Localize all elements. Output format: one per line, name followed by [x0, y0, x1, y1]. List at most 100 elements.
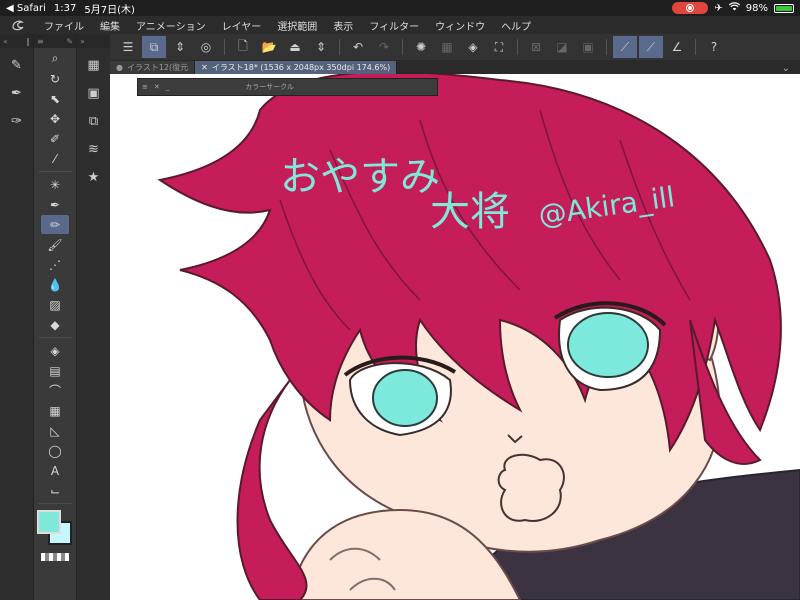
stroke-settings-icon[interactable]: ✑ [5, 110, 29, 132]
record-dot-icon [687, 5, 694, 11]
toolbar-divider [402, 39, 403, 55]
tabs-dropdown-chevron-icon[interactable]: ⌄ [782, 63, 800, 74]
rotate-tool-icon[interactable]: ↻ [41, 69, 69, 88]
blend-tool-icon[interactable]: 💧 [41, 275, 69, 294]
fill-tool-icon[interactable]: ◈ [41, 341, 69, 360]
panel-header: » [77, 34, 110, 48]
mouth-shape [497, 453, 565, 522]
menu-selection[interactable]: 選択範囲 [269, 18, 325, 33]
tool-palette: ≡ ✎ ⌕ ↻ ⬉ ✥ ✐ ⁄ ✳ ✒ ✏ 🖌 ⋰ 💧 ▨ ◆ ◈ ▤ ⌒ ▦ ◺… [34, 34, 76, 600]
panel-header: ≡ ✎ [34, 34, 76, 48]
chevron-updown-icon[interactable]: ⇕ [168, 36, 192, 58]
collapse-chevron-icon[interactable]: « [3, 37, 8, 46]
brush-tool-icon[interactable]: 🖌 [41, 235, 69, 254]
menu-window[interactable]: ウィンドウ [427, 18, 493, 33]
app-logo-icon[interactable] [0, 19, 36, 31]
ruler-snap-icon[interactable]: ⟋ [613, 36, 637, 58]
menu-view[interactable]: 表示 [325, 18, 361, 33]
status-time: 1:37 [53, 2, 77, 14]
main-color-swatch[interactable] [37, 510, 61, 534]
eraser-tool-icon[interactable]: ◆ [41, 315, 69, 334]
deselect-icon[interactable]: ⊠ [524, 36, 548, 58]
angle-snap-icon[interactable]: ∠ [665, 36, 689, 58]
subtool-palette: «‖ ✎ ✒ ✑ [0, 34, 34, 600]
tool-divider [38, 171, 72, 172]
clear-layer-icon[interactable]: ▦ [435, 36, 459, 58]
airbrush-tool-icon[interactable]: ⋰ [41, 255, 69, 274]
eyedropper-tool-icon[interactable]: ⁄ [41, 149, 69, 168]
new-canvas-icon[interactable]: 🗋 [231, 36, 255, 58]
battery-icon [774, 3, 794, 13]
object-tool-icon[interactable]: ⬉ [41, 89, 69, 108]
menu-edit[interactable]: 編集 [92, 18, 128, 33]
layers-stack-icon[interactable]: ≋ [82, 138, 106, 160]
help-icon[interactable]: ? [702, 36, 726, 58]
open-folder-icon[interactable]: 📂 [257, 36, 281, 58]
balloon-tool-icon[interactable]: ◯ [41, 441, 69, 460]
pencil-tool-icon[interactable]: ✏ [41, 215, 69, 234]
brush-snap-icon[interactable]: ⟋ [639, 36, 663, 58]
pen-settings-icon[interactable]: ✎ [5, 54, 29, 76]
battery-percent: 98% [745, 2, 768, 14]
pencil-icon: ✎ [66, 36, 73, 46]
palette-handle-icon[interactable]: ≡ [142, 83, 148, 91]
brush-settings-icon[interactable]: ✒ [5, 82, 29, 104]
artwork: おやすみ 大将 @Akira_ill [157, 74, 800, 600]
tab-illust18[interactable]: ✕ イラスト18* (1536 x 2048px 350dpi 174.6%) [195, 61, 398, 74]
menu-layer[interactable]: レイヤー [214, 18, 270, 33]
text-tool-icon[interactable]: A [41, 461, 69, 480]
move-tool-icon[interactable]: ✥ [41, 109, 69, 128]
crop-icon[interactable]: ▣ [576, 36, 600, 58]
frame-tool-icon[interactable]: ▦ [41, 401, 69, 420]
loading-spinner-icon[interactable]: ✺ [409, 36, 433, 58]
figure-tool-icon[interactable]: ⌒ [41, 381, 69, 400]
correct-line-tool-icon[interactable]: ⌙ [41, 481, 69, 500]
tab-close-icon[interactable]: ✕ [201, 63, 208, 72]
invert-selection-icon[interactable]: ◪ [550, 36, 574, 58]
ruler-tool-icon[interactable]: ◺ [41, 421, 69, 440]
menu-help[interactable]: ヘルプ [493, 18, 539, 33]
panel-header: «‖ [0, 34, 33, 48]
drawing-canvas[interactable]: おやすみ 大将 @Akira_ill [110, 74, 800, 600]
layer-properties-icon[interactable]: ▦ [82, 54, 106, 76]
gradient-tool-icon[interactable]: ▤ [41, 361, 69, 380]
toolbar-divider [339, 39, 340, 55]
handle-icon[interactable]: ≡ [37, 37, 44, 46]
expand-chevron-icon[interactable]: » [80, 37, 85, 46]
menu-filter[interactable]: フィルター [361, 18, 427, 33]
menu-file[interactable]: ファイル [36, 18, 92, 33]
decoration-tool-icon[interactable]: ▨ [41, 295, 69, 314]
transform-icon[interactable]: ⛶ [487, 36, 511, 58]
handwritten-line1: おやすみ [280, 154, 440, 200]
hair-shape [236, 379, 308, 600]
lasso-tool-icon[interactable]: ✐ [41, 129, 69, 148]
save-icon[interactable]: ⏏ [283, 36, 307, 58]
tool-divider [38, 337, 72, 338]
handle-icon[interactable]: ‖ [26, 37, 30, 46]
chevron-updown-icon[interactable]: ⇕ [309, 36, 333, 58]
quick-access-toggle-icon[interactable]: ⧉ [142, 36, 166, 58]
palette-close-icon[interactable]: ✕ [154, 83, 160, 91]
undo-icon[interactable]: ↶ [346, 36, 370, 58]
fill-icon[interactable]: ◈ [461, 36, 485, 58]
magic-wand-tool-icon[interactable]: ✳ [41, 175, 69, 194]
material-icon[interactable]: ★ [82, 166, 106, 188]
pen-tool-icon[interactable]: ✒ [41, 195, 69, 214]
app-home-icon[interactable]: ◎ [194, 36, 218, 58]
tab-illust12[interactable]: ● イラスト12(復元 [110, 61, 196, 74]
back-to-safari-link[interactable]: ◀ Safari [6, 3, 46, 14]
transparent-color-swatch[interactable] [41, 553, 69, 561]
redo-icon[interactable]: ↷ [372, 36, 396, 58]
toolbar-divider [224, 39, 225, 55]
airplane-mode-icon: ✈ [714, 2, 723, 14]
animation-timeline-icon[interactable]: ▣ [82, 82, 106, 104]
tab-label: イラスト18* (1536 x 2048px 350dpi 174.6%) [211, 63, 391, 72]
layers-icon[interactable]: ⧉ [82, 110, 106, 132]
hamburger-menu-icon[interactable]: ☰ [116, 36, 140, 58]
palette-minimize-icon[interactable]: _ [166, 83, 170, 91]
tab-status-dot-icon: ● [116, 63, 123, 72]
screen-recording-indicator[interactable] [672, 2, 709, 14]
ios-status-bar: ◀ Safari 1:37 5月7日(木) ✈ 98% [0, 0, 800, 16]
zoom-tool-icon[interactable]: ⌕ [41, 49, 69, 68]
menu-animation[interactable]: アニメーション [128, 18, 214, 33]
